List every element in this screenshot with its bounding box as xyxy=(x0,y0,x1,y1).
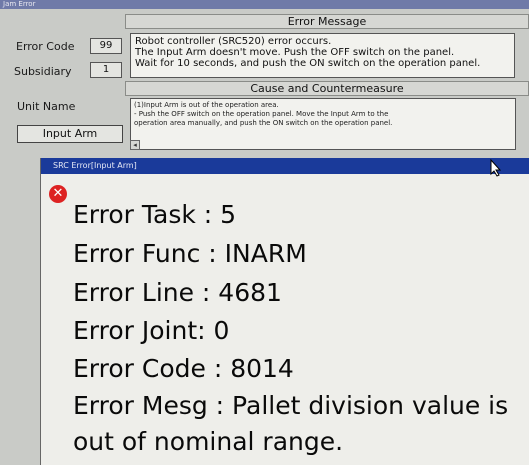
dialog-title[interactable]: SRC Error[Input Arm] xyxy=(41,158,529,174)
error-joint-line: Error Joint: 0 xyxy=(73,316,230,345)
error-code-line: Error Code : 8014 xyxy=(73,354,294,383)
cause-line: operation area manually, and push the ON… xyxy=(134,119,393,127)
mouse-cursor-icon xyxy=(490,159,502,177)
message-line: The Input Arm doesn't move. Push the OFF… xyxy=(135,47,455,58)
src-error-dialog: SRC Error[Input Arm] ✕ Error Task : 5 Er… xyxy=(40,158,529,465)
cause-header: Cause and Countermeasure xyxy=(125,81,529,96)
error-mesg-line: Error Mesg : Pallet division value is xyxy=(73,391,509,420)
error-message-text: Robot controller (SRC520) error occurs. … xyxy=(130,33,515,78)
message-line: Robot controller (SRC520) error occurs. xyxy=(135,36,332,47)
scroll-left-button[interactable]: ◂ xyxy=(130,140,140,150)
error-line-line: Error Line : 4681 xyxy=(73,278,282,307)
cause-line: (1)Input Arm is out of the operation are… xyxy=(134,101,279,109)
cause-text: (1)Input Arm is out of the operation are… xyxy=(130,98,516,150)
unit-name-label: Unit Name xyxy=(17,100,76,113)
cause-line: - Push the OFF switch on the operation p… xyxy=(134,110,389,118)
message-line: Wait for 10 seconds, and push the ON swi… xyxy=(135,58,481,69)
error-code-label: Error Code xyxy=(16,40,75,53)
subsidiary-label: Subsidiary xyxy=(14,65,72,78)
window-title: Jam Error xyxy=(0,0,529,9)
error-mesg-continued-line: out of nominal range. xyxy=(73,427,344,456)
error-icon: ✕ xyxy=(49,185,67,203)
error-code-field: 99 xyxy=(90,38,122,54)
subsidiary-field: 1 xyxy=(90,62,122,78)
unit-name-field: Input Arm xyxy=(17,125,123,143)
error-message-header: Error Message xyxy=(125,14,529,29)
error-func-line: Error Func : INARM xyxy=(73,239,307,268)
error-task-line: Error Task : 5 xyxy=(73,200,237,229)
